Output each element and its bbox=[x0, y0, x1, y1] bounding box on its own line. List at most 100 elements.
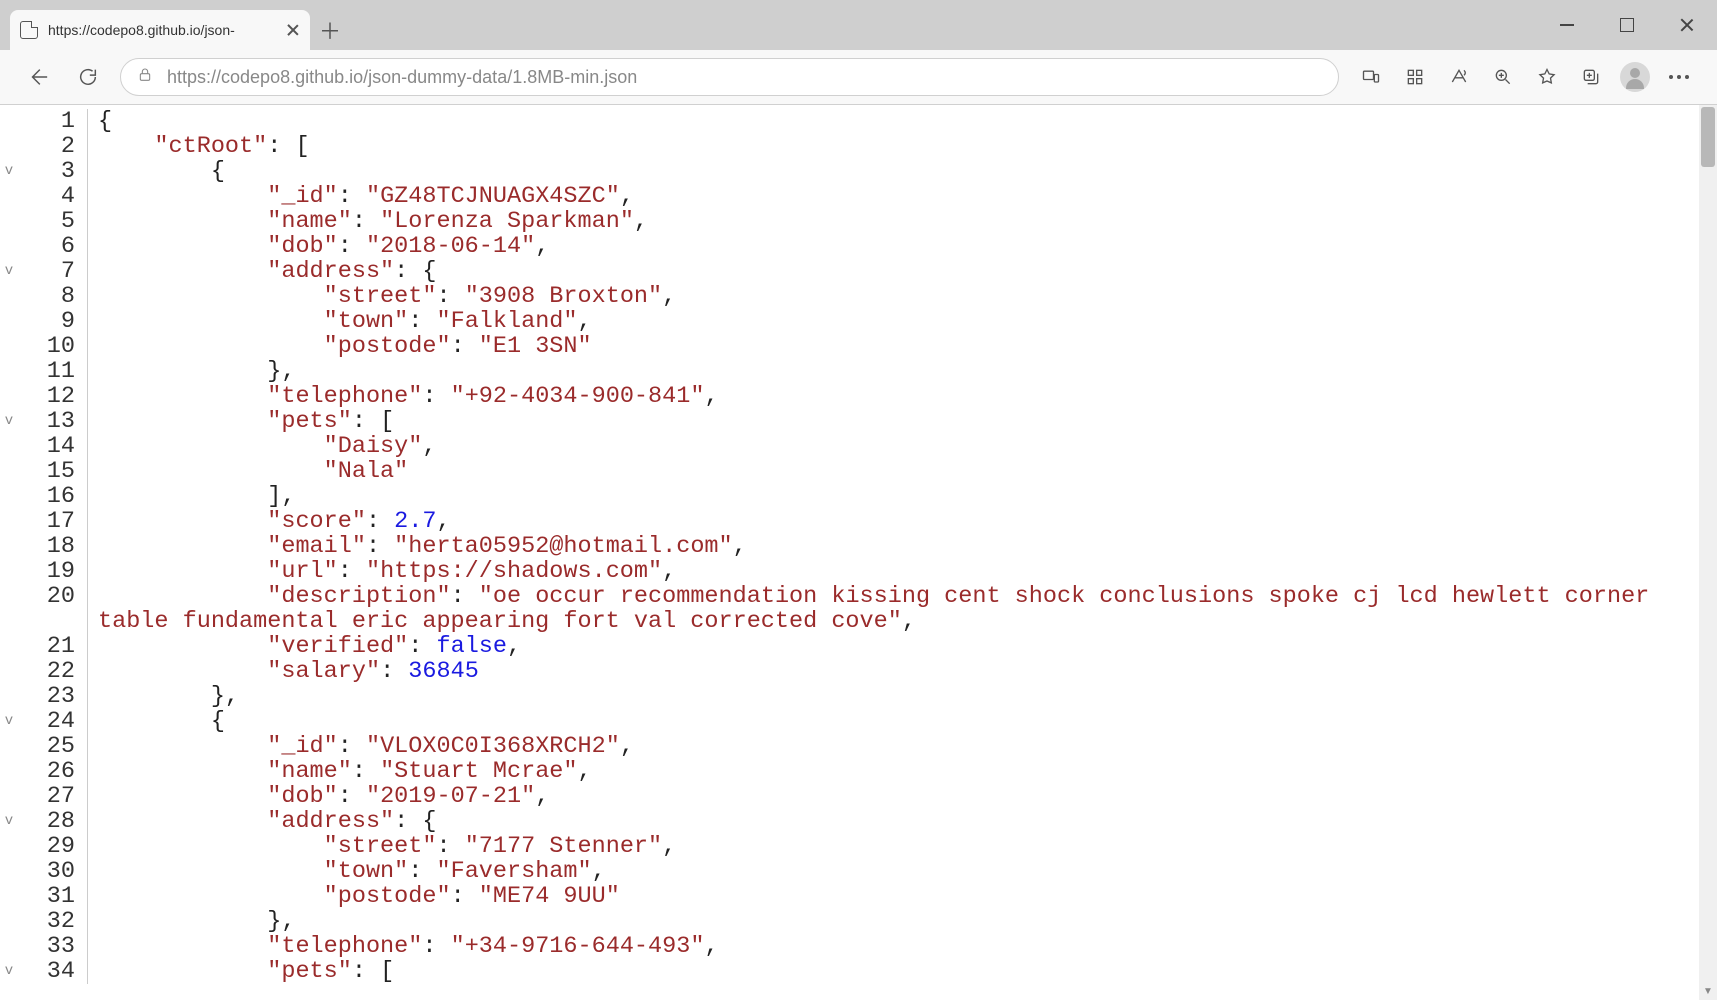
code-line: }, bbox=[98, 909, 1717, 934]
code-line: "street": "3908 Broxton", bbox=[98, 284, 1717, 309]
line-number: 12 bbox=[18, 384, 75, 409]
code-line: }, bbox=[98, 684, 1717, 709]
code-line: "_id": "VLOX0C0I368XRCH2", bbox=[98, 734, 1717, 759]
fold-toggle-icon bbox=[0, 584, 18, 609]
code-line: "name": "Stuart Mcrae", bbox=[98, 759, 1717, 784]
new-tab-button[interactable]: ＋ bbox=[310, 10, 350, 50]
line-number: 28 bbox=[18, 809, 75, 834]
scrollbar-thumb[interactable] bbox=[1701, 107, 1715, 167]
fold-toggle-icon bbox=[0, 309, 18, 334]
code-line: "town": "Faversham", bbox=[98, 859, 1717, 884]
fold-toggle-icon[interactable]: v bbox=[0, 809, 18, 834]
line-number: 3 bbox=[18, 159, 75, 184]
code-line: "pets": [ bbox=[98, 409, 1717, 434]
code-line: "dob": "2019-07-21", bbox=[98, 784, 1717, 809]
line-number: 21 bbox=[18, 634, 75, 659]
fold-toggle-icon[interactable]: v bbox=[0, 159, 18, 184]
fold-toggle-icon bbox=[0, 384, 18, 409]
line-number: 29 bbox=[18, 834, 75, 859]
code-line: "address": { bbox=[98, 809, 1717, 834]
code-line: "salary": 36845 bbox=[98, 659, 1717, 684]
back-button[interactable] bbox=[20, 59, 56, 95]
toolbar-right bbox=[1353, 59, 1697, 95]
code-line: ], bbox=[98, 484, 1717, 509]
fold-toggle-icon bbox=[0, 134, 18, 159]
browser-tab[interactable]: https://codepo8.github.io/json- bbox=[10, 10, 310, 50]
line-number: 4 bbox=[18, 184, 75, 209]
code-line: "street": "7177 Stenner", bbox=[98, 834, 1717, 859]
line-number: 17 bbox=[18, 509, 75, 534]
tab-strip: https://codepo8.github.io/json- ＋ bbox=[0, 0, 1717, 50]
browser-toolbar: https://codepo8.github.io/json-dummy-dat… bbox=[0, 50, 1717, 105]
code-line: "postode": "ME74 9UU" bbox=[98, 884, 1717, 909]
profile-avatar[interactable] bbox=[1617, 59, 1653, 95]
line-number: 30 bbox=[18, 859, 75, 884]
code-line: "address": { bbox=[98, 259, 1717, 284]
code-line: "url": "https://shadows.com", bbox=[98, 559, 1717, 584]
fold-toggle-icon bbox=[0, 859, 18, 884]
device-toggle-icon[interactable] bbox=[1353, 59, 1389, 95]
code-line: "_id": "GZ48TCJNUAGX4SZC", bbox=[98, 184, 1717, 209]
code-line: "score": 2.7, bbox=[98, 509, 1717, 534]
line-number: 32 bbox=[18, 909, 75, 934]
fold-toggle-icon bbox=[0, 509, 18, 534]
window-maximize-button[interactable] bbox=[1597, 0, 1657, 50]
tab-title: https://codepo8.github.io/json- bbox=[48, 22, 276, 38]
line-number: 26 bbox=[18, 759, 75, 784]
fold-gutter[interactable]: v v v v v v bbox=[0, 109, 18, 984]
read-aloud-icon[interactable] bbox=[1441, 59, 1477, 95]
window-minimize-button[interactable] bbox=[1537, 0, 1597, 50]
zoom-icon[interactable] bbox=[1485, 59, 1521, 95]
fold-toggle-icon bbox=[0, 659, 18, 684]
page-favicon-icon bbox=[20, 21, 38, 39]
fold-toggle-icon bbox=[0, 834, 18, 859]
fold-toggle-icon[interactable]: v bbox=[0, 959, 18, 984]
code-line: "email": "herta05952@hotmail.com", bbox=[98, 534, 1717, 559]
fold-toggle-icon bbox=[0, 484, 18, 509]
fold-toggle-icon bbox=[0, 734, 18, 759]
line-number: 16 bbox=[18, 484, 75, 509]
code-line: "postode": "E1 3SN" bbox=[98, 334, 1717, 359]
code-line: "telephone": "+92-4034-900-841", bbox=[98, 384, 1717, 409]
code-line: "telephone": "+34-9716-644-493", bbox=[98, 934, 1717, 959]
apps-grid-icon[interactable] bbox=[1397, 59, 1433, 95]
line-number: 27 bbox=[18, 784, 75, 809]
code-line: { bbox=[98, 109, 1717, 134]
line-number: 33 bbox=[18, 934, 75, 959]
line-number: 10 bbox=[18, 334, 75, 359]
window-close-button[interactable] bbox=[1657, 0, 1717, 50]
address-bar[interactable]: https://codepo8.github.io/json-dummy-dat… bbox=[120, 58, 1339, 96]
line-number: 5 bbox=[18, 209, 75, 234]
code-body[interactable]: { "ctRoot": [ { "_id": "GZ48TCJNUAGX4SZC… bbox=[88, 109, 1717, 984]
line-number: 20 bbox=[18, 584, 75, 609]
code-line: "name": "Lorenza Sparkman", bbox=[98, 209, 1717, 234]
more-menu-button[interactable] bbox=[1661, 59, 1697, 95]
favorites-star-icon[interactable] bbox=[1529, 59, 1565, 95]
line-number: 19 bbox=[18, 559, 75, 584]
line-number: 9 bbox=[18, 309, 75, 334]
fold-toggle-icon bbox=[0, 209, 18, 234]
lock-icon bbox=[137, 67, 153, 88]
line-number: 23 bbox=[18, 684, 75, 709]
line-number: 31 bbox=[18, 884, 75, 909]
fold-toggle-icon[interactable]: v bbox=[0, 259, 18, 284]
line-number: 14 bbox=[18, 434, 75, 459]
code-line: "description": "oe occur recommendation … bbox=[98, 584, 1717, 634]
fold-toggle-icon bbox=[0, 459, 18, 484]
close-tab-icon[interactable] bbox=[286, 23, 300, 37]
line-number: 2 bbox=[18, 134, 75, 159]
line-number: 6 bbox=[18, 234, 75, 259]
fold-toggle-icon[interactable]: v bbox=[0, 409, 18, 434]
vertical-scrollbar[interactable]: ▲ ▼ bbox=[1699, 105, 1717, 1000]
refresh-button[interactable] bbox=[70, 59, 106, 95]
code-line: { bbox=[98, 159, 1717, 184]
fold-toggle-icon bbox=[0, 884, 18, 909]
line-number: 24 bbox=[18, 709, 75, 734]
scrollbar-down-arrow-icon[interactable]: ▼ bbox=[1699, 982, 1717, 1000]
fold-toggle-icon bbox=[0, 234, 18, 259]
fold-toggle-icon bbox=[0, 184, 18, 209]
fold-toggle-icon[interactable]: v bbox=[0, 709, 18, 734]
collections-icon[interactable] bbox=[1573, 59, 1609, 95]
fold-toggle-icon bbox=[0, 684, 18, 709]
line-number: 13 bbox=[18, 409, 75, 434]
